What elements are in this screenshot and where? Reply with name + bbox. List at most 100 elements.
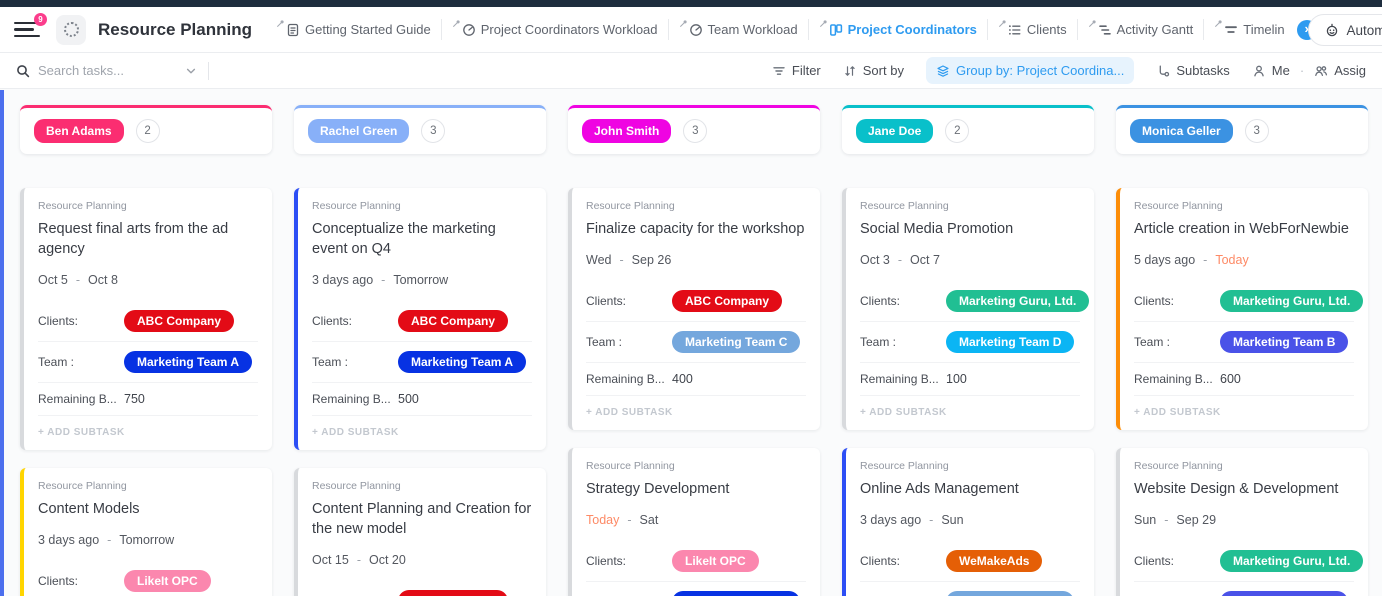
automation-button[interactable]: Automa <box>1308 14 1382 46</box>
team-chip[interactable]: Marketing Team C <box>946 591 1074 596</box>
timeline-icon <box>1224 23 1238 37</box>
custom-fields: Clients:WeMakeAdsTeam :Marketing Team CR… <box>860 541 1080 596</box>
collapsed-sidebar-strip[interactable] <box>0 90 4 596</box>
remaining-budget-value[interactable]: 600 <box>1220 372 1241 386</box>
task-card[interactable]: Resource PlanningRequest final arts from… <box>20 188 272 450</box>
add-subtask-button[interactable]: + ADD SUBTASK <box>38 415 258 450</box>
search-input[interactable] <box>38 63 176 78</box>
field-row: Team :Marketing Team C <box>860 581 1080 596</box>
pin-icon <box>276 19 285 28</box>
group-by-button[interactable]: Group by: Project Coordina... <box>926 57 1134 84</box>
card-list-name: Resource Planning <box>1134 200 1354 212</box>
date-range[interactable]: Oct 15-Oct 20 <box>312 553 532 567</box>
tab-project-coordinators[interactable]: Project Coordinators <box>808 19 987 40</box>
task-card[interactable]: Resource PlanningStrategy DevelopmentTod… <box>568 448 820 596</box>
start-date: 3 days ago <box>38 533 99 547</box>
sidebar-menu-button[interactable]: 9 <box>14 19 40 41</box>
task-card[interactable]: Resource PlanningContent Models3 days ag… <box>20 468 272 596</box>
client-chip[interactable]: ABC Company <box>672 290 782 312</box>
client-chip[interactable]: Marketing Guru, Ltd. <box>1220 550 1363 572</box>
chevron-down-icon[interactable] <box>184 64 198 78</box>
task-title: Request final arts from the ad agency <box>38 219 258 259</box>
start-date: Sun <box>1134 513 1156 527</box>
task-card[interactable]: Resource PlanningArticle creation in Web… <box>1116 188 1368 430</box>
tab-team-workload[interactable]: Team Workload <box>668 19 808 40</box>
tab-activity-gantt[interactable]: Activity Gantt <box>1077 19 1204 40</box>
dot-separator: · <box>1300 63 1304 78</box>
task-card[interactable]: Resource PlanningOnline Ads Management3 … <box>842 448 1094 596</box>
subtasks-button[interactable]: Subtasks <box>1156 63 1229 78</box>
client-chip[interactable]: ABC Company <box>124 310 234 332</box>
team-chip[interactable]: Marketing Team B <box>1220 591 1348 596</box>
team-label: Team : <box>1134 335 1220 349</box>
tab-getting-started-guide[interactable]: Getting Started Guide <box>266 19 441 40</box>
task-title: Website Design & Development <box>1134 479 1354 499</box>
task-card[interactable]: Resource Planning Website Design & Develo… <box>1116 448 1368 596</box>
client-chip[interactable]: ABC Company <box>398 590 508 596</box>
client-chip[interactable]: ABC Company <box>398 310 508 332</box>
date-range[interactable]: 3 days ago-Sun <box>860 513 1080 527</box>
date-range[interactable]: Oct 3-Oct 7 <box>860 253 1080 267</box>
date-range[interactable]: 3 days ago-Tomorrow <box>312 273 532 287</box>
team-chip[interactable]: Marketing Team C <box>672 331 800 353</box>
column-header[interactable]: Ben Adams2 <box>20 105 272 154</box>
filter-button[interactable]: Filter <box>772 63 821 78</box>
list-avatar[interactable] <box>56 15 86 45</box>
add-subtask-button[interactable]: + ADD SUBTASK <box>586 395 806 430</box>
tab-project-coordinators-workload[interactable]: Project Coordinators Workload <box>441 19 668 40</box>
team-label: Team : <box>860 335 946 349</box>
column-header[interactable]: Jane Doe2 <box>842 105 1094 154</box>
team-chip[interactable]: Marketing Team B <box>1220 331 1348 353</box>
remaining-budget-value[interactable]: 750 <box>124 392 145 406</box>
task-title: Strategy Development <box>586 479 806 499</box>
client-chip[interactable]: LikeIt OPC <box>672 550 759 572</box>
start-date: Today <box>586 513 619 527</box>
task-title: Online Ads Management <box>860 479 1080 499</box>
column-header[interactable]: John Smith3 <box>568 105 820 154</box>
date-range[interactable]: 5 days ago-Today <box>1134 253 1354 267</box>
clients-label: Clients: <box>860 554 946 568</box>
tab-clients[interactable]: Clients <box>987 19 1077 40</box>
board-column-rachel-green: Rachel Green3 Resource PlanningConceptual… <box>294 105 546 596</box>
task-card[interactable]: Resource PlanningConceptualize the marke… <box>294 188 546 450</box>
me-filter-button[interactable]: Me <box>1252 63 1290 78</box>
client-chip[interactable]: Marketing Guru, Ltd. <box>1220 290 1363 312</box>
team-chip[interactable]: Marketing Team A <box>124 351 252 373</box>
board-column-ben-adams: Ben Adams2 Resource PlanningRequest final… <box>20 105 272 596</box>
sort-button[interactable]: Sort by <box>843 63 904 78</box>
date-range[interactable]: Oct 5-Oct 8 <box>38 273 258 287</box>
team-chip[interactable]: Marketing Team D <box>946 331 1074 353</box>
date-range[interactable]: Today-Sat <box>586 513 806 527</box>
pin-icon <box>819 19 828 28</box>
date-range[interactable]: 3 days ago-Tomorrow <box>38 533 258 547</box>
remaining-budget-label: Remaining B... <box>312 392 398 406</box>
client-chip[interactable]: LikeIt OPC <box>124 570 211 592</box>
assignees-button[interactable]: Assig <box>1314 63 1366 78</box>
task-card[interactable]: Resource PlanningContent Planning and Cr… <box>294 468 546 596</box>
clients-label: Clients: <box>860 294 946 308</box>
add-subtask-button[interactable]: + ADD SUBTASK <box>860 395 1080 430</box>
column-header[interactable]: Rachel Green3 <box>294 105 546 154</box>
field-row: Team :Marketing Team A <box>586 581 806 596</box>
remaining-budget-value[interactable]: 500 <box>398 392 419 406</box>
column-header[interactable]: Monica Geller3 <box>1116 105 1368 154</box>
task-card[interactable]: Resource PlanningFinalize capacity for t… <box>568 188 820 430</box>
tab-label: Team Workload <box>708 22 798 37</box>
field-row: Remaining B...500 <box>312 382 532 415</box>
date-range[interactable]: Wed-Sep 26 <box>586 253 806 267</box>
due-date: Oct 7 <box>910 253 940 267</box>
task-count-badge: 3 <box>421 119 445 143</box>
client-chip[interactable]: WeMakeAds <box>946 550 1042 572</box>
add-subtask-button[interactable]: + ADD SUBTASK <box>1134 395 1354 430</box>
client-chip[interactable]: Marketing Guru, Ltd. <box>946 290 1089 312</box>
tab-timelin[interactable]: Timelin <box>1203 19 1294 40</box>
team-chip[interactable]: Marketing Team A <box>398 351 526 373</box>
team-chip[interactable]: Marketing Team A <box>672 591 800 596</box>
card-list-name: Resource Planning <box>1134 460 1354 472</box>
remaining-budget-value[interactable]: 400 <box>672 372 693 386</box>
field-row: Remaining B...400 <box>586 362 806 395</box>
date-range[interactable]: Sun-Sep 29 <box>1134 513 1354 527</box>
remaining-budget-value[interactable]: 100 <box>946 372 967 386</box>
add-subtask-button[interactable]: + ADD SUBTASK <box>312 415 532 450</box>
task-card[interactable]: Resource PlanningSocial Media PromotionO… <box>842 188 1094 430</box>
